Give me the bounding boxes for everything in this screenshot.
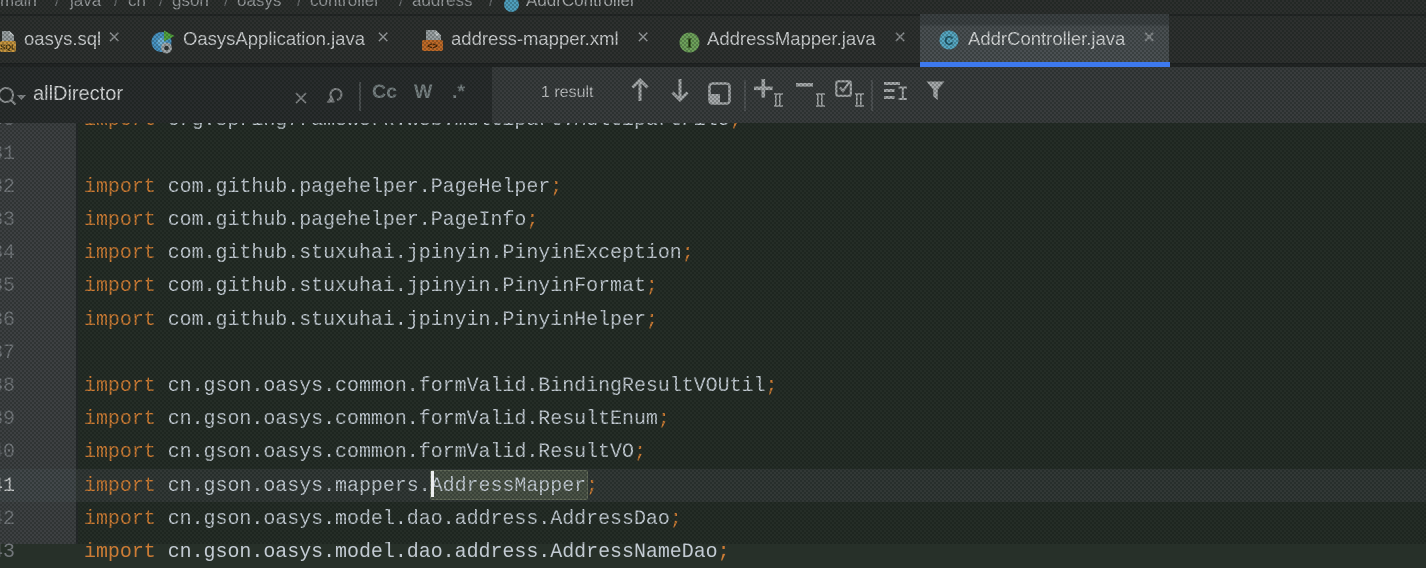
svg-text:C: C (944, 33, 954, 48)
svg-text:SQL: SQL (0, 43, 16, 52)
svg-text:I: I (687, 37, 692, 52)
svg-text:<>: <> (427, 41, 438, 51)
